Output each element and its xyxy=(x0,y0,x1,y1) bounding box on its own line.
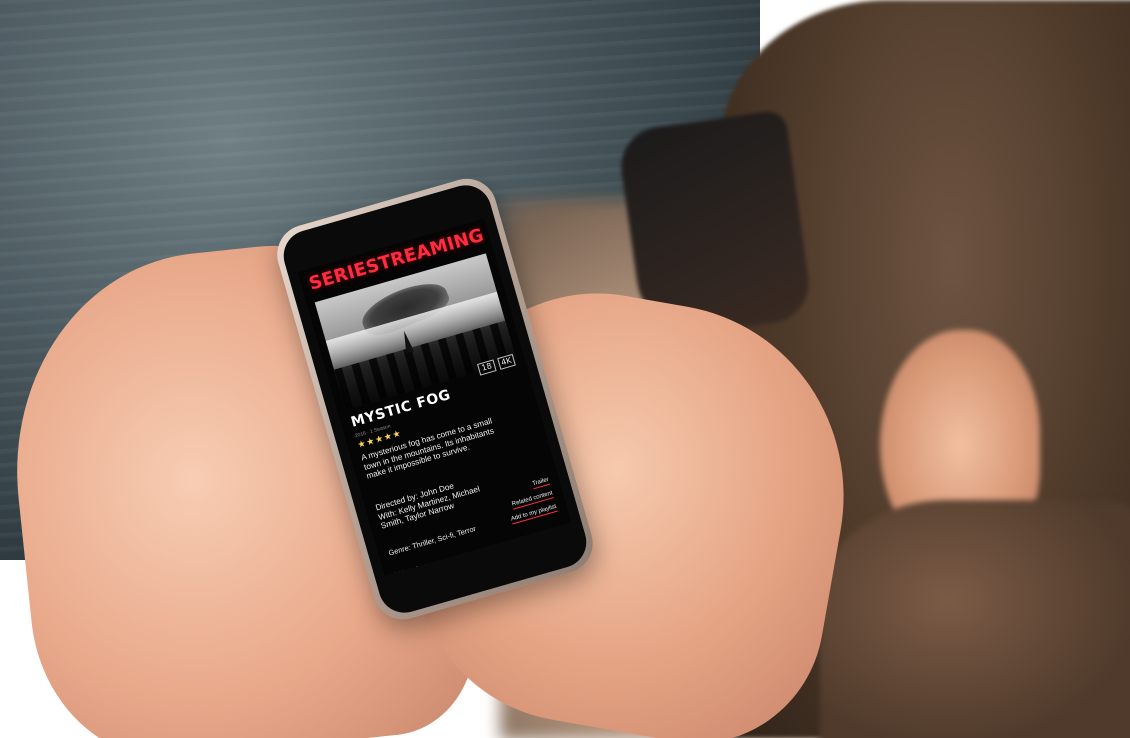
watch-now-button[interactable]: Watch Now xyxy=(394,557,448,576)
secondary-links: Trailer Related content Add to my playli… xyxy=(503,476,558,525)
person-beard xyxy=(820,500,1130,738)
photo-scene: SERIESTREAMING 18 4K MYSTIC FOG 2016 · 1… xyxy=(0,0,1130,738)
trailer-link[interactable]: Trailer xyxy=(531,476,551,490)
